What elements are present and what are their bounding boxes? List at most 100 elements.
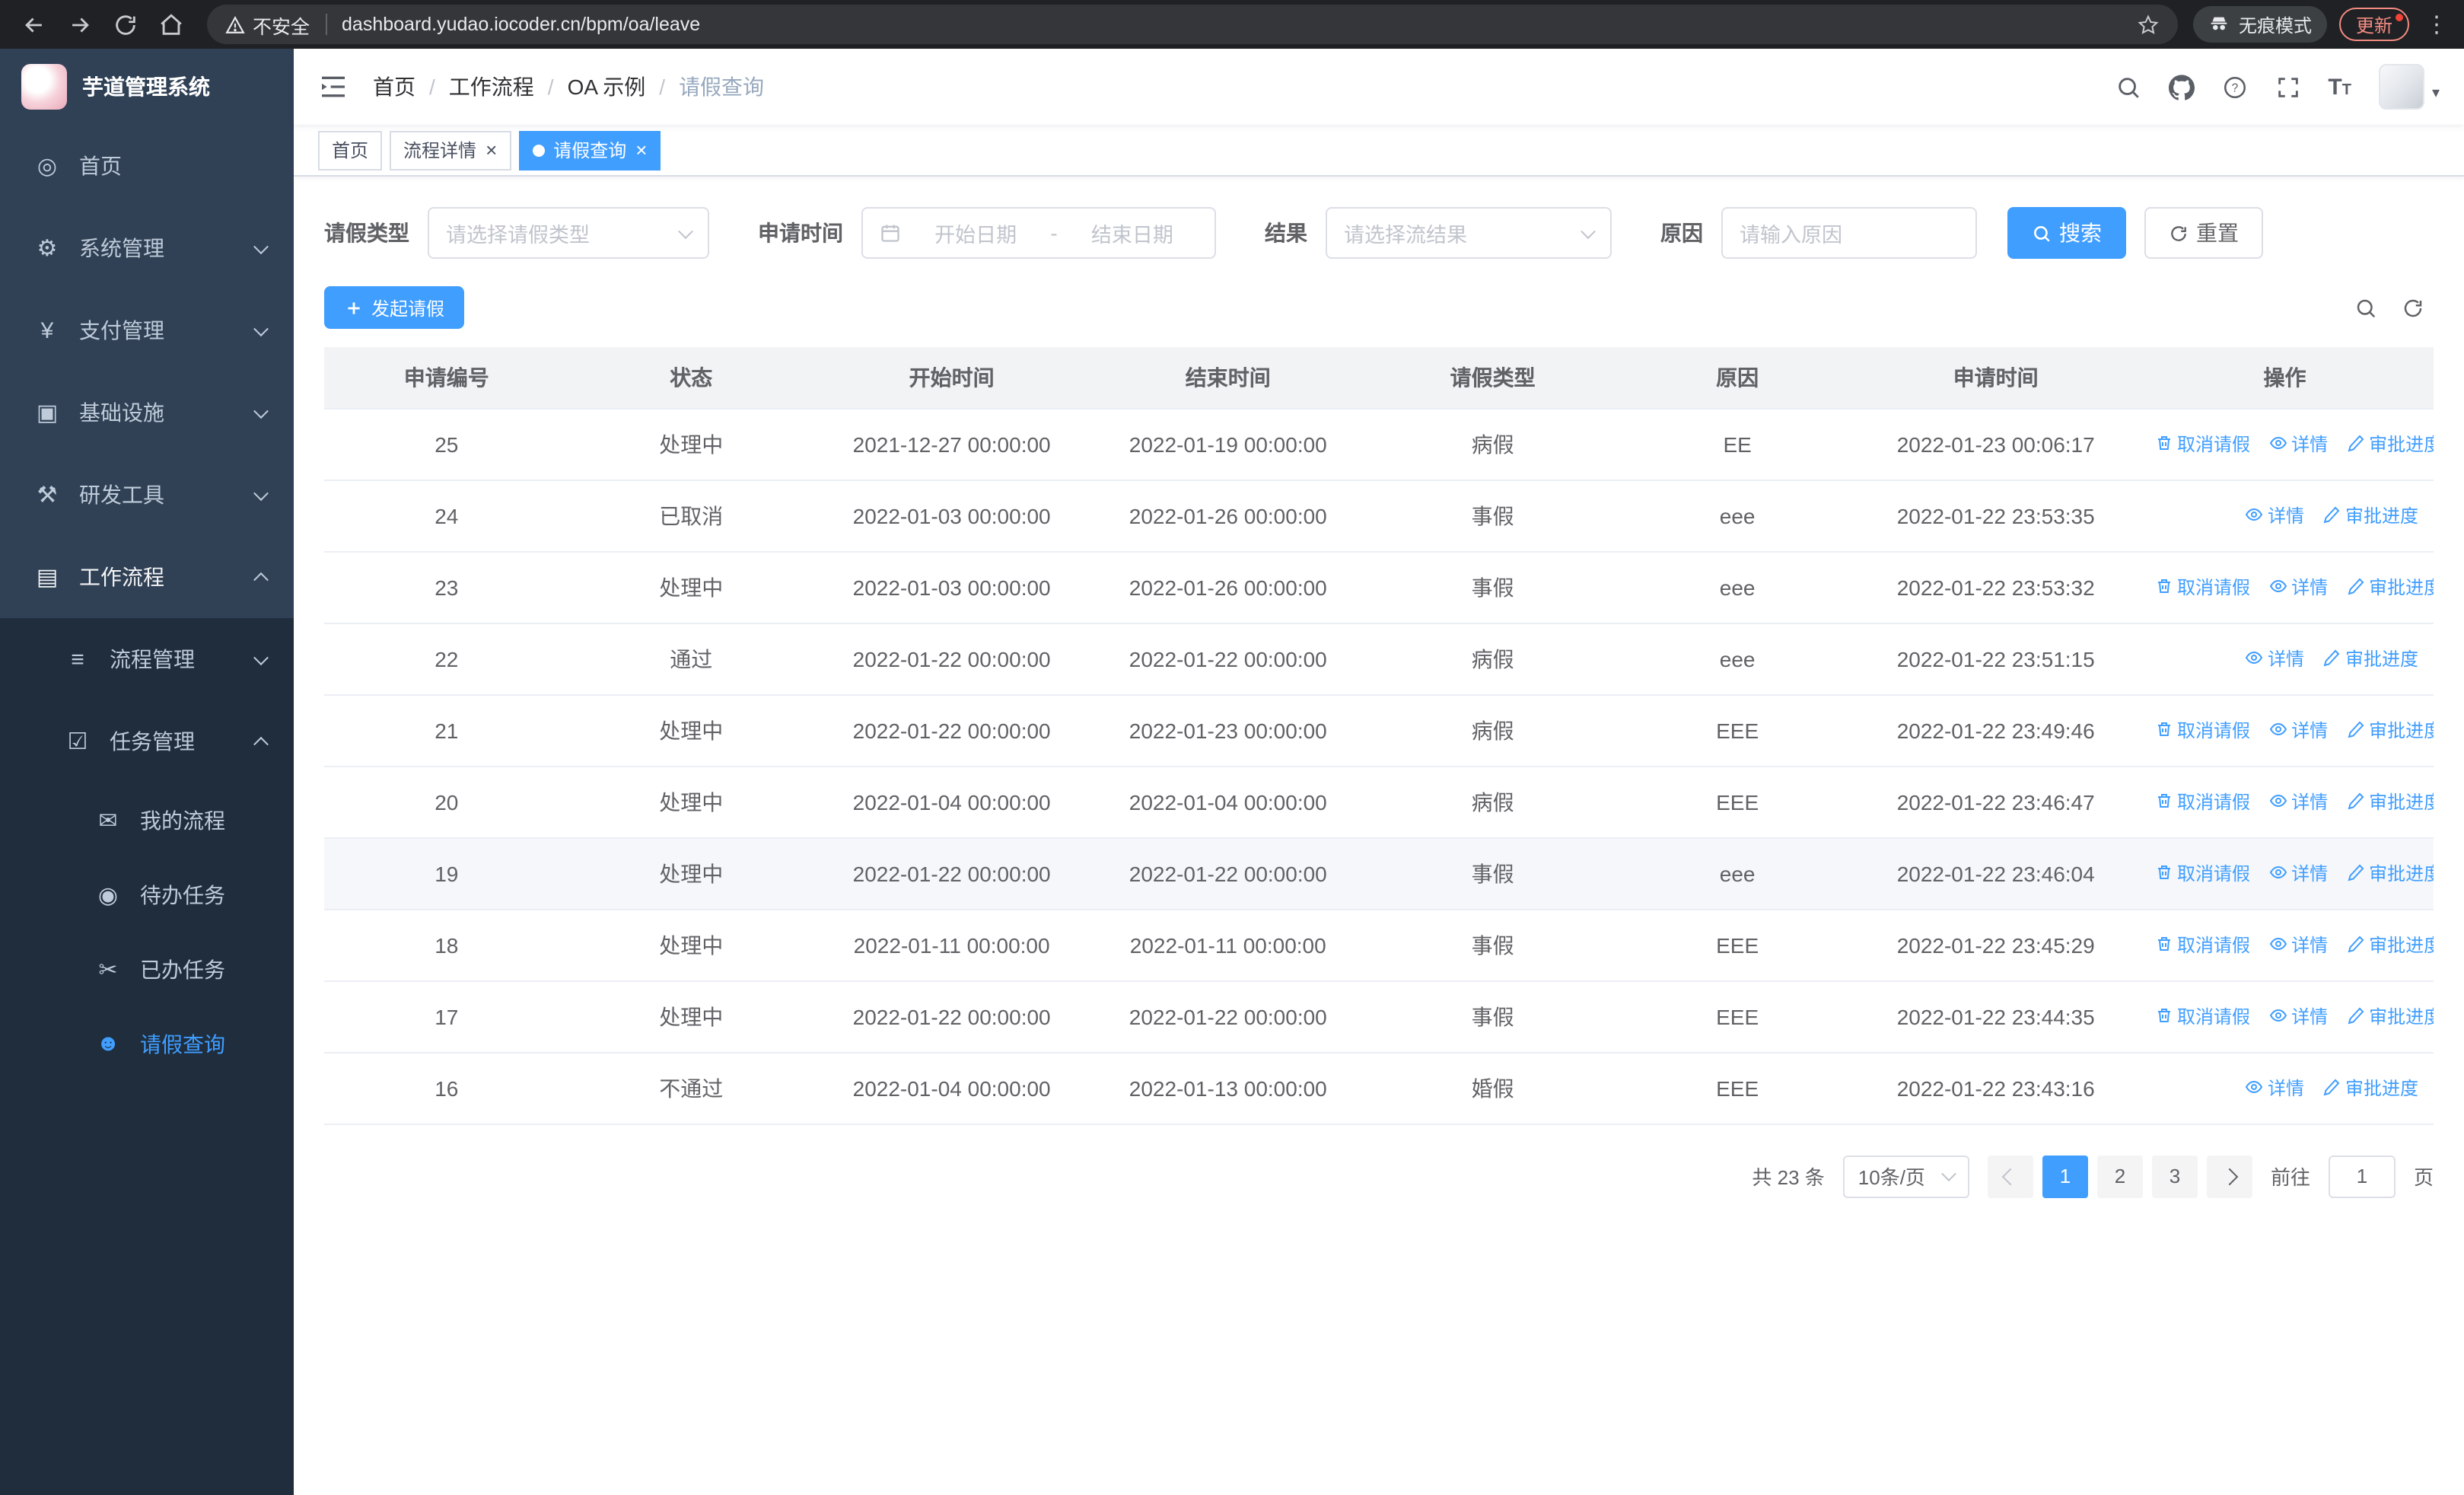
cell-reason: eee (1619, 623, 1856, 695)
browser-menu-icon[interactable]: ⋮ (2421, 11, 2452, 38)
user-menu[interactable]: ▾ (2378, 64, 2440, 110)
action-approval-progress[interactable]: 审批进度 (2346, 789, 2434, 814)
sidebar-item-done-tasks[interactable]: ✂ 已办任务 (0, 932, 294, 1006)
incognito-badge: 无痕模式 (2192, 6, 2327, 43)
close-icon[interactable]: × (485, 140, 497, 160)
edit-icon (2346, 864, 2364, 882)
goto-page-input[interactable] (2328, 1155, 2396, 1197)
sidebar-item-my-process[interactable]: ✉ 我的流程 (0, 783, 294, 857)
action-cancel-leave[interactable]: 取消请假 (2154, 789, 2250, 814)
create-leave-button[interactable]: 发起请假 (324, 286, 465, 329)
breadcrumb-item[interactable]: OA 示例 (568, 72, 646, 102)
search-icon[interactable] (2115, 74, 2141, 100)
cell-end-time: 2022-01-22 00:00:00 (1090, 837, 1367, 910)
address-bar[interactable]: 不安全 dashboard.yudao.iocoder.cn/bpm/oa/le… (207, 5, 2178, 44)
search-icon (2032, 223, 2052, 243)
refresh-table-icon[interactable] (2402, 296, 2424, 319)
action-detail[interactable]: 详情 (2268, 431, 2328, 457)
bookmark-star-icon[interactable] (2137, 13, 2160, 36)
cell-end-time: 2022-01-11 00:00:00 (1090, 909, 1367, 981)
breadcrumb-item[interactable]: 工作流程 (449, 72, 534, 102)
cell-actions: 取消请假详情审批进度 (2136, 837, 2434, 910)
breadcrumb-separator: / (547, 75, 554, 99)
page-button-2[interactable]: 2 (2096, 1155, 2143, 1197)
fullscreen-icon[interactable] (2275, 74, 2300, 100)
action-detail[interactable]: 详情 (2268, 860, 2328, 886)
reset-button[interactable]: 重置 (2144, 207, 2263, 259)
page-button-3[interactable]: 3 (2151, 1155, 2198, 1197)
view-icon (2268, 435, 2287, 453)
action-cancel-leave[interactable]: 取消请假 (2154, 860, 2250, 886)
edit-icon (2346, 792, 2364, 811)
action-approval-progress[interactable]: 审批进度 (2346, 1003, 2434, 1029)
app-frame: 芋道管理系统 ◎ 首页 ⚙ 系统管理 ¥ 支付管理 ▣ 基础设施 ⚒ 研发工具 ▤ 工作流程 ≡ 流程管理… (0, 49, 2464, 1495)
sidebar-item-system-management[interactable]: ⚙ 系统管理 (0, 207, 294, 289)
action-approval-progress[interactable]: 审批进度 (2346, 932, 2434, 958)
search-button[interactable]: 搜索 (2007, 207, 2126, 259)
view-icon (2268, 721, 2287, 739)
update-button[interactable]: 更新 (2338, 8, 2409, 41)
action-approval-progress[interactable]: 审批进度 (2346, 431, 2434, 457)
sidebar-item-payment-management[interactable]: ¥ 支付管理 (0, 289, 294, 371)
tab-home[interactable]: 首页 (318, 130, 383, 170)
chevron-down-icon (253, 649, 269, 665)
result-select[interactable]: 请选择流结果 (1326, 207, 1612, 259)
action-cancel-leave[interactable]: 取消请假 (2154, 431, 2250, 457)
action-detail[interactable]: 详情 (2268, 789, 2328, 814)
action-detail[interactable]: 详情 (2245, 502, 2304, 528)
apply-time-range-picker[interactable]: 开始日期 - 结束日期 (861, 207, 1216, 259)
sidebar-item-todo-tasks[interactable]: ◉ 待办任务 (0, 857, 294, 932)
sidebar-item-leave-query[interactable]: ☻ 请假查询 (0, 1006, 294, 1081)
action-cancel-leave[interactable]: 取消请假 (2154, 932, 2250, 958)
cell-actions: 取消请假详情审批进度 (2136, 408, 2434, 480)
plus-icon (344, 298, 364, 317)
sidebar-item-process-management[interactable]: ≡ 流程管理 (0, 618, 294, 700)
apply-time-label: 申请时间 (758, 221, 843, 245)
action-approval-progress[interactable]: 审批进度 (2322, 645, 2418, 671)
action-detail[interactable]: 详情 (2268, 1003, 2328, 1029)
reload-icon[interactable] (103, 3, 146, 46)
action-approval-progress[interactable]: 审批进度 (2346, 717, 2434, 743)
close-icon[interactable]: × (635, 140, 647, 160)
help-icon[interactable]: ? (2221, 74, 2247, 100)
sidebar-item-home[interactable]: ◎ 首页 (0, 125, 294, 207)
action-approval-progress[interactable]: 审批进度 (2322, 502, 2418, 528)
action-detail[interactable]: 详情 (2268, 574, 2328, 600)
forward-icon[interactable] (58, 3, 100, 46)
security-warning[interactable]: 不安全 (225, 10, 310, 39)
action-cancel-leave[interactable]: 取消请假 (2154, 717, 2250, 743)
column-header: 操作 (2136, 347, 2434, 409)
github-icon[interactable] (2168, 74, 2195, 100)
next-page-button[interactable] (2206, 1155, 2252, 1197)
action-cancel-leave[interactable]: 取消请假 (2154, 574, 2250, 600)
action-detail[interactable]: 详情 (2245, 645, 2304, 671)
hide-search-icon[interactable] (2354, 296, 2377, 319)
sidebar-item-task-management[interactable]: ☑ 任务管理 (0, 700, 294, 783)
sidebar-toggle-icon[interactable] (318, 72, 349, 102)
action-detail[interactable]: 详情 (2245, 1075, 2304, 1101)
action-detail[interactable]: 详情 (2268, 932, 2328, 958)
reason-input[interactable]: 请输入原因 (1721, 207, 1977, 259)
sidebar-logo[interactable]: 芋道管理系统 (0, 49, 294, 125)
sidebar-item-infrastructure[interactable]: ▣ 基础设施 (0, 371, 294, 454)
tab-process-detail[interactable]: 流程详情 × (390, 130, 511, 170)
page-button-1[interactable]: 1 (2042, 1155, 2088, 1197)
action-approval-progress[interactable]: 审批进度 (2346, 574, 2434, 600)
back-icon[interactable] (12, 3, 55, 46)
action-approval-progress[interactable]: 审批进度 (2322, 1075, 2418, 1101)
tab-leave-query[interactable]: 请假查询 × (518, 130, 661, 170)
calendar-icon (880, 222, 901, 244)
action-cancel-leave[interactable]: 取消请假 (2154, 1003, 2250, 1029)
home-icon[interactable] (149, 3, 192, 46)
font-size-icon[interactable]: TT (2328, 75, 2351, 98)
cell-reason: EEE (1619, 909, 1856, 981)
action-approval-progress[interactable]: 审批进度 (2346, 860, 2434, 886)
sidebar-item-workflow[interactable]: ▤ 工作流程 (0, 536, 294, 618)
leave-type-select[interactable]: 请选择请假类型 (428, 207, 709, 259)
table-toolbar: 发起请假 (324, 286, 2434, 329)
prev-page-button[interactable] (1987, 1155, 2033, 1197)
action-detail[interactable]: 详情 (2268, 717, 2328, 743)
sidebar-item-dev-tools[interactable]: ⚒ 研发工具 (0, 454, 294, 536)
page-size-select[interactable]: 10条/页 (1842, 1155, 1969, 1197)
breadcrumb-item[interactable]: 首页 (373, 72, 415, 102)
